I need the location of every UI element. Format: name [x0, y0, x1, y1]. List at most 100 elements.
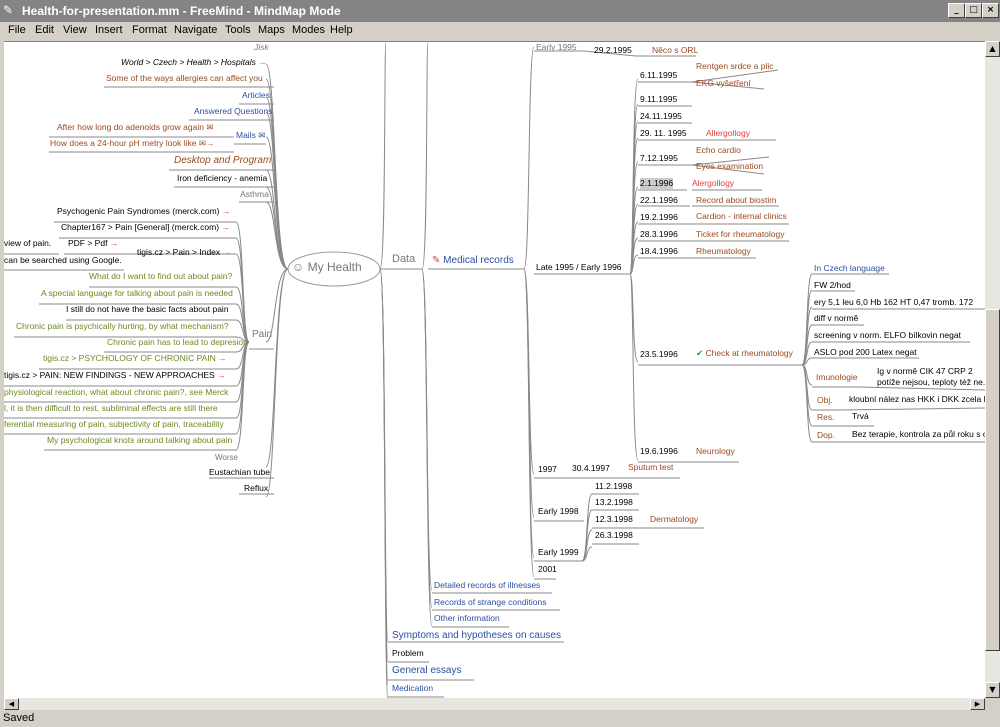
- node-neco-orl[interactable]: Něco s ORL: [652, 45, 698, 56]
- minimize-button[interactable]: _: [948, 3, 965, 18]
- node-date-13-2-1998[interactable]: 13.2.1998: [595, 497, 633, 508]
- node-pain-pdf[interactable]: PDF > Pdf →: [68, 238, 118, 249]
- node-pain-difficult-rest[interactable]: l, it is then difficult to rest, sublimi…: [4, 403, 218, 414]
- node-eustachian-tube[interactable]: Eustachian tube: [209, 467, 270, 478]
- node-view-of-pain[interactable]: view of pain.: [4, 238, 51, 249]
- node-problem[interactable]: Problem: [392, 648, 424, 659]
- node-iron-deficiency[interactable]: Iron deficiency - anemia: [177, 173, 267, 184]
- node-rheumatology[interactable]: Rheumatology: [696, 246, 751, 257]
- node-obj-text[interactable]: kloubní nález nas HKK i DKK zcela k: [849, 394, 985, 405]
- node-desktop-program[interactable]: Desktop and Program: [174, 155, 271, 166]
- menu-help[interactable]: Help: [330, 24, 353, 36]
- node-dop[interactable]: Dop.: [817, 430, 835, 441]
- node-date-7-12-1995[interactable]: 7.12.1995: [640, 153, 678, 164]
- scroll-right-button[interactable]: ▶: [970, 698, 985, 710]
- node-date-30-4-1997[interactable]: 30.4.1997: [572, 463, 610, 474]
- scroll-up-button[interactable]: ▲: [985, 41, 1000, 57]
- node-pain-basic-facts[interactable]: I still do not have the basic facts abou…: [66, 304, 229, 315]
- node-early-1999[interactable]: Early 1999: [538, 547, 579, 558]
- node-record-biostim[interactable]: Record about biostim: [696, 195, 776, 206]
- close-button[interactable]: ×: [982, 3, 999, 18]
- node-reflux[interactable]: Reflux: [244, 483, 268, 494]
- node-mails[interactable]: Mails ✉: [236, 130, 265, 141]
- menu-navigate[interactable]: Navigate: [174, 24, 217, 36]
- node-jisk[interactable]: Jisk: [254, 42, 269, 53]
- node-pain-depression[interactable]: Chronic pain has to lead to depresion: [107, 337, 248, 348]
- node-date-19-6-1996[interactable]: 19.6.1996: [640, 446, 678, 457]
- node-allergollogy[interactable]: Allergollogy: [706, 128, 750, 139]
- vertical-scrollbar[interactable]: ▲ ▼: [985, 41, 1000, 698]
- node-pain-psychology-chronic[interactable]: tigis.cz > PSYCHOLOGY OF CHRONIC PAIN →: [43, 353, 227, 364]
- node-res-text[interactable]: Trvá: [852, 411, 869, 422]
- node-date-29-11-1995[interactable]: 29. 11. 1995: [640, 128, 687, 139]
- node-pain-new-findings[interactable]: tigis.cz > PAIN: NEW FINDINGS - NEW APPR…: [4, 370, 226, 381]
- node-date-6-11-1995[interactable]: 6.11.1995: [640, 70, 677, 81]
- node-1997[interactable]: 1997: [538, 464, 557, 475]
- node-date-11-2-1998[interactable]: 11.2.1998: [595, 481, 632, 492]
- node-articles[interactable]: Articles: [242, 90, 270, 101]
- node-ticket-rheumatology[interactable]: Ticket for rheumatology: [696, 229, 785, 240]
- mindmap-canvas[interactable]: ☺ My Health Jisk World > Czech > Health …: [4, 41, 985, 699]
- node-neurology[interactable]: Neurology: [696, 446, 735, 457]
- node-strange-conditions[interactable]: Records of strange conditions: [434, 597, 546, 608]
- node-data[interactable]: Data: [392, 254, 415, 265]
- node-date-24-11-1995[interactable]: 24.11.1995: [640, 111, 682, 122]
- node-alergollogy[interactable]: Alergollogy: [692, 178, 734, 189]
- menu-format[interactable]: Format: [132, 24, 167, 36]
- scroll-left-button[interactable]: ◀: [4, 698, 19, 710]
- node-ery[interactable]: ery 5,1 leu 6,0 Hb 162 HT 0,47 tromb. 17…: [814, 297, 973, 308]
- node-detailed-records[interactable]: Detailed records of illnesses: [434, 580, 540, 591]
- node-date-2-1-1996[interactable]: 2.1.1996: [640, 178, 674, 189]
- node-in-czech[interactable]: In Czech language: [814, 263, 885, 274]
- node-imunologie[interactable]: Imunologie: [816, 372, 858, 383]
- node-pain-special-language[interactable]: A special language for talking about pai…: [41, 288, 233, 299]
- node-pain-find-out[interactable]: What do I want to find out about pain?: [89, 271, 232, 282]
- menu-insert[interactable]: Insert: [95, 24, 123, 36]
- menu-tools[interactable]: Tools: [225, 24, 251, 36]
- vertical-scroll-thumb[interactable]: [985, 309, 1000, 651]
- node-imuno-text1[interactable]: Ig v normě CIK 47 CRP 2: [877, 366, 973, 377]
- node-medical-records[interactable]: ✎ Medical records: [432, 255, 514, 266]
- node-worse[interactable]: Worse: [215, 452, 238, 463]
- node-pain-tigis-index[interactable]: tigis.cz > Pain > Index →: [137, 247, 231, 258]
- node-date-23-5-1996[interactable]: 23.5.1996: [640, 349, 678, 360]
- node-dermatology[interactable]: Dermatology: [650, 514, 698, 525]
- node-date-18-4-1996[interactable]: 18.4.1996: [640, 246, 678, 257]
- node-pain-knots[interactable]: My psychological knots around talking ab…: [47, 435, 232, 446]
- node-date-9-11-1995[interactable]: 9.11.1995: [640, 94, 677, 105]
- menu-view[interactable]: View: [63, 24, 87, 36]
- node-fw[interactable]: FW 2/hod: [814, 280, 851, 291]
- horizontal-scrollbar[interactable]: ◀ ▶: [4, 698, 985, 710]
- node-early-1998[interactable]: Early 1998: [538, 506, 579, 517]
- node-rentgen[interactable]: Rentgen srdce a plic: [696, 61, 774, 72]
- node-general-essays[interactable]: General essays: [392, 665, 461, 676]
- root-node[interactable]: ☺ My Health: [292, 261, 362, 273]
- node-date-28-3-1996[interactable]: 28.3.1996: [640, 229, 678, 240]
- node-pain-psychogenic[interactable]: Psychogenic Pain Syndromes (merck.com) →: [57, 206, 230, 217]
- node-dop-text[interactable]: Bez terapie, kontrola za půl roku s o: [852, 429, 985, 440]
- node-breadcrumb[interactable]: World > Czech > Health > Hospitals →: [121, 57, 267, 68]
- node-pain-chapter167[interactable]: Chapter167 > Pain [General] (merck.com) …: [61, 222, 230, 233]
- menu-file[interactable]: File: [8, 24, 26, 36]
- node-pain-measuring[interactable]: ferential measuring of pain, subjectivit…: [4, 419, 224, 430]
- node-early-1995[interactable]: Early 1995: [536, 42, 577, 53]
- node-date-26-3-1998[interactable]: 26.3.1998: [595, 530, 633, 541]
- node-diff[interactable]: diff v normě: [814, 313, 858, 324]
- node-res[interactable]: Res.: [817, 412, 834, 423]
- node-aslo[interactable]: ASLO pod 200 Latex negat: [814, 347, 917, 358]
- node-screening[interactable]: screening v norm. ELFO bílkovin negat: [814, 330, 961, 341]
- node-eyes-examination[interactable]: Eyes examination: [696, 161, 763, 172]
- node-mail-adenoids[interactable]: After how long do adenoids grow again ✉: [57, 122, 213, 133]
- node-imuno-text2[interactable]: potíže nejsou, teploty též ne.: [877, 377, 985, 388]
- node-date-22-1-1996[interactable]: 22.1.1996: [640, 195, 678, 206]
- node-google-search[interactable]: can be searched using Google.: [4, 255, 122, 266]
- node-pain-physiological[interactable]: physiological reaction, what about chron…: [4, 387, 228, 398]
- node-date-12-3-1998[interactable]: 12.3.1998: [595, 514, 633, 525]
- node-allergies-effects[interactable]: Some of the ways allergies can affect yo…: [106, 73, 263, 84]
- node-date-19-2-1996[interactable]: 19.2.1996: [640, 212, 678, 223]
- node-check-rheumatology[interactable]: ✔ Check at rheumatology: [696, 348, 793, 359]
- node-symptoms[interactable]: Symptoms and hypotheses on causes: [392, 630, 561, 641]
- node-date-29-2-1995[interactable]: 29.2.1995: [594, 45, 632, 56]
- node-medication[interactable]: Medication: [392, 683, 433, 694]
- node-obj[interactable]: Obj.: [817, 395, 833, 406]
